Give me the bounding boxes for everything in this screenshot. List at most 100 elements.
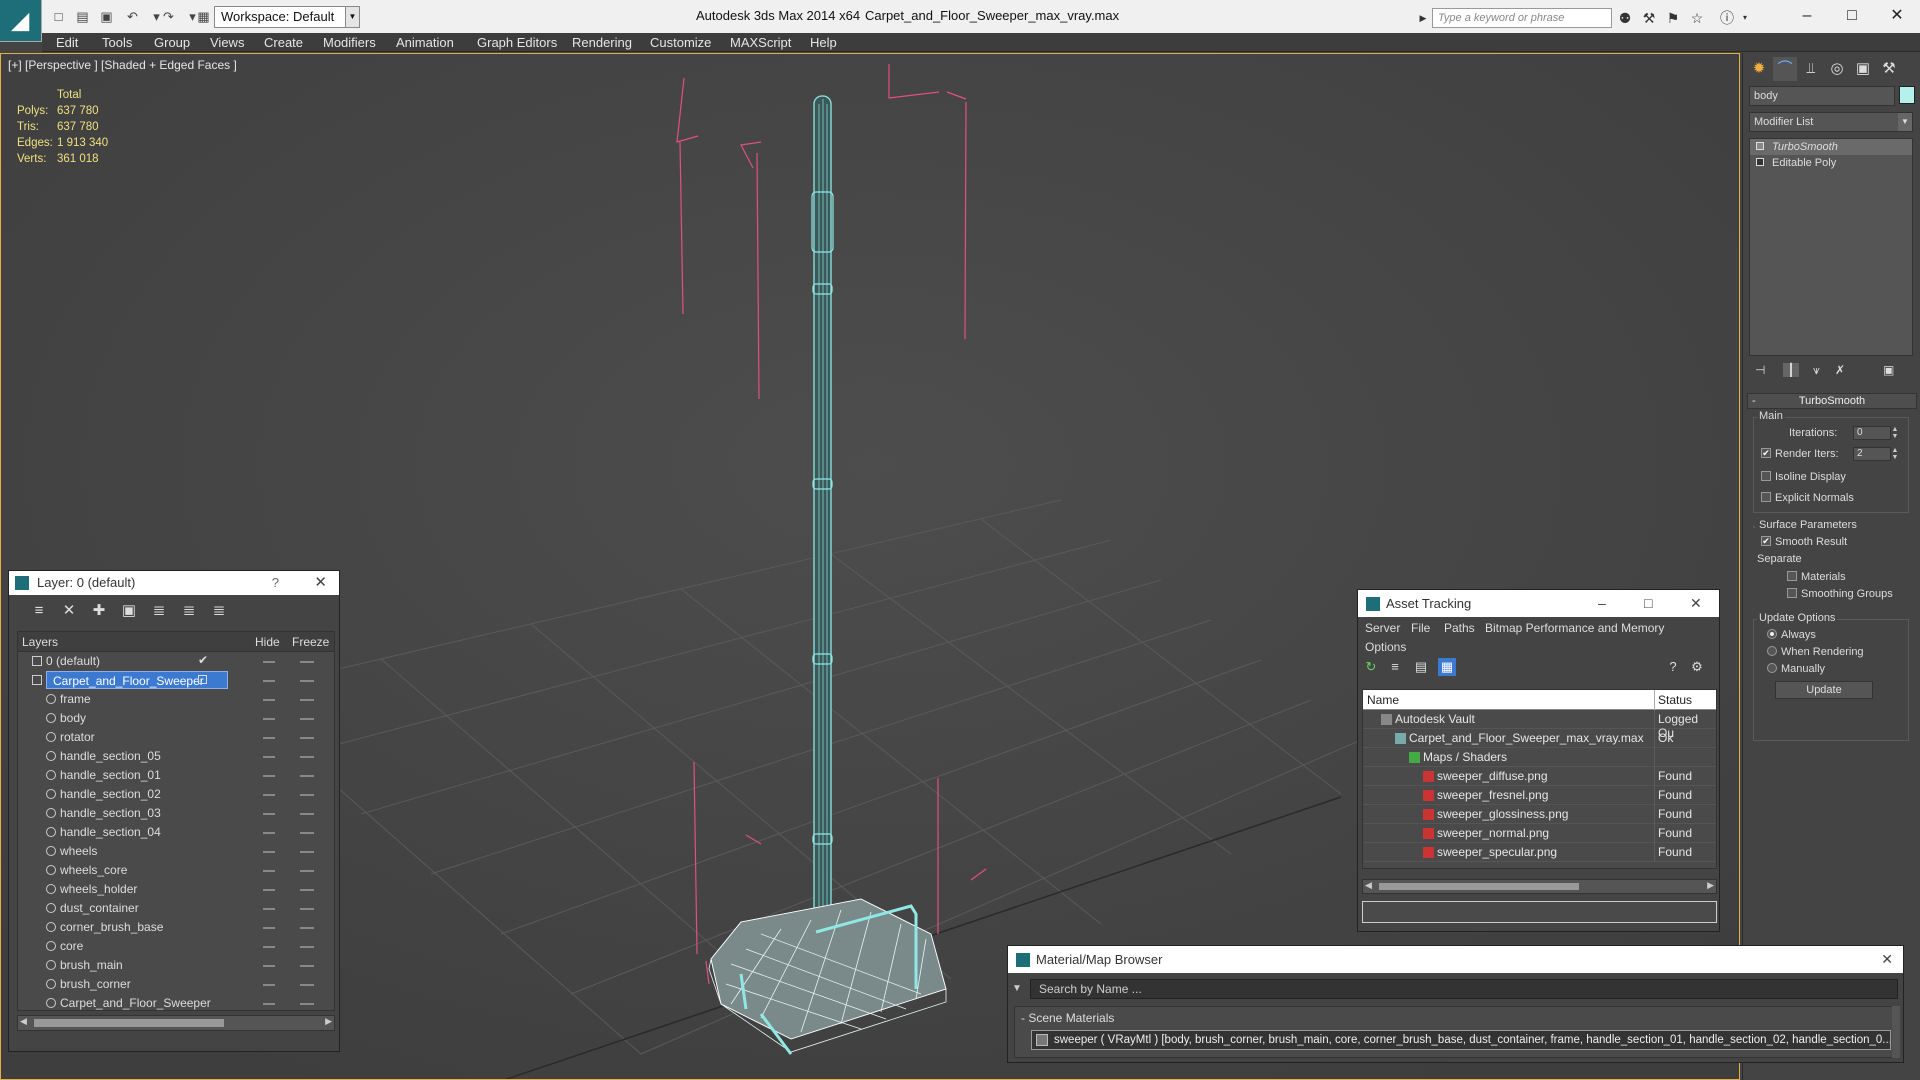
hide-toggle[interactable]: [263, 718, 275, 720]
create-tab-icon[interactable]: ✹: [1747, 57, 1771, 81]
column-separator[interactable]: [1654, 690, 1655, 710]
spinner-arrows-icon[interactable]: ▲ ▼: [1891, 447, 1899, 461]
display-tab-icon[interactable]: ▣: [1851, 57, 1875, 81]
explicit-normals-checkbox[interactable]: [1761, 492, 1771, 502]
freeze-toggle[interactable]: [300, 794, 314, 796]
menu-create[interactable]: Create: [264, 35, 303, 50]
pin-stack-icon[interactable]: ⊣: [1755, 363, 1765, 377]
render-iters-checkbox[interactable]: ✔: [1761, 448, 1771, 458]
current-layer-icon[interactable]: ≣: [179, 601, 199, 621]
viewport-label[interactable]: [+] [Perspective ] [Shaded + Edged Faces…: [8, 58, 237, 72]
layer-row[interactable]: dust_container: [18, 899, 334, 918]
menu-tools[interactable]: Tools: [102, 35, 132, 50]
asset-row[interactable]: Maps / Shaders: [1363, 748, 1716, 767]
hide-toggle[interactable]: [263, 737, 275, 739]
isoline-display-checkbox[interactable]: [1761, 471, 1771, 481]
minimize-icon[interactable]: –: [1598, 590, 1606, 617]
material-browser-header[interactable]: Material/Map Browser ✕: [1008, 946, 1903, 973]
layer-row[interactable]: handle_section_03: [18, 804, 334, 823]
hide-toggle[interactable]: [263, 775, 275, 777]
close-icon[interactable]: ✕: [1882, 5, 1912, 27]
freeze-toggle[interactable]: [300, 851, 314, 853]
menu-paths[interactable]: Paths: [1444, 621, 1475, 635]
stack-item-editable-poly[interactable]: Editable Poly: [1750, 155, 1912, 171]
help-icon[interactable]: ?: [1664, 658, 1682, 676]
col-status[interactable]: Status: [1658, 693, 1692, 707]
layer-row[interactable]: handle_section_04: [18, 823, 334, 842]
help-dropdown-icon[interactable]: ▾: [1736, 10, 1754, 26]
menu-file[interactable]: File: [1411, 621, 1430, 635]
freeze-toggle[interactable]: [300, 775, 314, 777]
hide-toggle[interactable]: [263, 794, 275, 796]
stack-item-turbosmooth[interactable]: TurboSmooth: [1750, 139, 1912, 155]
active-layer-checkmark-icon[interactable]: ✔: [198, 653, 208, 667]
hide-toggle[interactable]: [263, 699, 275, 701]
maximize-icon[interactable]: □: [1837, 5, 1867, 27]
layer-row[interactable]: corner_brush_base: [18, 918, 334, 937]
horizontal-scrollbar[interactable]: ◀ ▶: [17, 1015, 335, 1031]
add-layer-icon[interactable]: ✚: [89, 601, 109, 621]
hierarchy-tab-icon[interactable]: ⫫: [1799, 57, 1823, 81]
when-rendering-radio[interactable]: [1767, 646, 1777, 656]
layer-row[interactable]: Carpet_and_Floor_Sweeper: [18, 671, 334, 690]
menu-customize[interactable]: Customize: [650, 35, 711, 50]
smoothing-groups-checkbox[interactable]: [1787, 588, 1797, 598]
object-name-field[interactable]: body: [1749, 86, 1895, 106]
asset-path-field[interactable]: [1362, 901, 1717, 923]
asset-row[interactable]: sweeper_normal.png Found: [1363, 824, 1716, 843]
hide-toggle[interactable]: [263, 680, 275, 682]
layer-row[interactable]: wheels_holder: [18, 880, 334, 899]
layer-row[interactable]: handle_section_02: [18, 785, 334, 804]
menu-graph-editors[interactable]: Graph Editors: [477, 35, 557, 50]
hide-all-icon[interactable]: ≣: [209, 601, 229, 621]
scroll-left-icon[interactable]: ◀: [20, 1016, 27, 1027]
freeze-toggle[interactable]: [300, 1003, 314, 1005]
render-iters-spinner[interactable]: 2: [1853, 447, 1891, 461]
horizontal-scrollbar[interactable]: ◀ ▶: [1362, 879, 1717, 894]
show-end-result-icon[interactable]: ┃: [1783, 363, 1799, 377]
freeze-toggle[interactable]: [300, 718, 314, 720]
new-file-icon[interactable]: □: [50, 8, 67, 25]
smooth-result-checkbox[interactable]: ✔: [1761, 536, 1771, 546]
col-hide[interactable]: Hide: [255, 635, 280, 649]
menu-rendering[interactable]: Rendering: [572, 35, 632, 50]
hide-toggle[interactable]: [263, 832, 275, 834]
menu-group[interactable]: Group: [154, 35, 190, 50]
freeze-toggle[interactable]: [300, 927, 314, 929]
menu-help[interactable]: Help: [810, 35, 837, 50]
hide-toggle[interactable]: [263, 1003, 275, 1005]
layer-row[interactable]: wheels_core: [18, 861, 334, 880]
hide-toggle[interactable]: [263, 661, 275, 663]
expand-arrow-icon[interactable]: ▶: [1414, 10, 1432, 26]
layer-row[interactable]: handle_section_05: [18, 747, 334, 766]
hide-toggle[interactable]: [263, 889, 275, 891]
freeze-toggle[interactable]: [300, 984, 314, 986]
workspace-dropdown[interactable]: Workspace: Default ▼: [214, 6, 360, 28]
material-search-input[interactable]: Search by Name ...: [1030, 979, 1898, 999]
layer-row[interactable]: body: [18, 709, 334, 728]
scroll-thumb[interactable]: [1379, 883, 1579, 890]
scroll-left-icon[interactable]: ◀: [1365, 880, 1372, 891]
modify-tab-icon[interactable]: ⌒: [1773, 57, 1797, 81]
iterations-spinner[interactable]: 0: [1853, 426, 1891, 440]
undo-icon[interactable]: ↶: [124, 8, 141, 25]
hide-toggle[interactable]: [263, 870, 275, 872]
layer-row[interactable]: core: [18, 937, 334, 956]
help-icon[interactable]: ⓘ: [1718, 10, 1736, 26]
freeze-toggle[interactable]: [300, 756, 314, 758]
freeze-toggle[interactable]: [300, 870, 314, 872]
spinner-arrows-icon[interactable]: ▲ ▼: [1891, 426, 1899, 440]
always-radio[interactable]: [1767, 629, 1777, 639]
hide-toggle[interactable]: [263, 965, 275, 967]
freeze-toggle[interactable]: [300, 813, 314, 815]
hide-toggle[interactable]: [263, 851, 275, 853]
select-objects-icon[interactable]: ▣: [119, 601, 139, 621]
make-unique-icon[interactable]: ⩛: [1813, 363, 1820, 378]
refresh-icon[interactable]: ↻: [1362, 658, 1380, 676]
favorites-star-icon[interactable]: ☆: [1688, 10, 1706, 26]
communication-icon[interactable]: ⚑: [1664, 10, 1682, 26]
close-icon[interactable]: ✕: [1881, 946, 1893, 973]
hide-toggle[interactable]: [263, 756, 275, 758]
layer-panel-header[interactable]: Layer: 0 (default) ? ✕: [9, 571, 339, 595]
close-icon[interactable]: ✕: [1690, 590, 1702, 617]
